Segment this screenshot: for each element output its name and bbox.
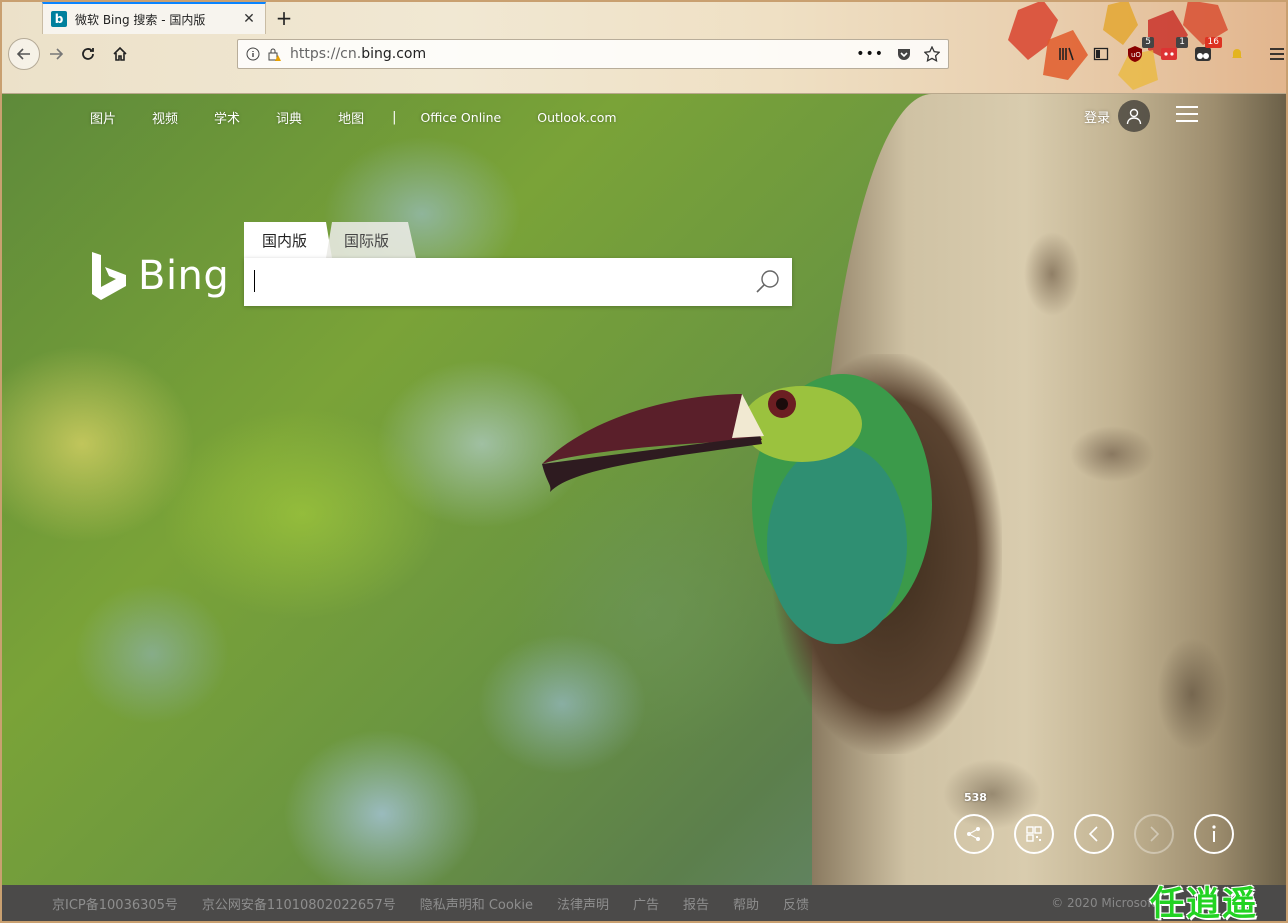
share-count: 538 [964,791,987,804]
nav-images[interactable]: 图片 [90,108,116,127]
info-icon[interactable] [246,47,260,61]
back-button[interactable] [8,38,40,70]
image-info-button[interactable] [1194,814,1234,854]
extension-4[interactable] [1226,43,1248,65]
bing-homepage: 图片 视频 学术 词典 地图 | Office Online Outlook.c… [2,94,1286,885]
extension-red-icon [1161,48,1177,60]
signin-button[interactable]: 登录 [1084,100,1151,132]
bing-logo[interactable]: Bing [90,250,229,302]
reload-button[interactable] [74,40,102,68]
tab-china[interactable]: 国内版 [244,222,332,258]
bing-favicon-icon: b [51,11,67,27]
hamburger-menu-icon [1270,48,1284,60]
tab-bing[interactable]: b 微软 Bing 搜索 - 国内版 ✕ [42,2,266,34]
close-tab-icon[interactable]: ✕ [241,11,257,27]
search-input[interactable] [244,258,734,304]
next-image-button[interactable] [1134,814,1174,854]
search-icon[interactable] [754,268,782,296]
qr-code-icon [1026,826,1042,842]
sidebar-icon [1093,47,1109,61]
search-box [244,258,792,306]
svg-text:uO: uO [1131,51,1141,59]
qr-code-button[interactable] [1014,814,1054,854]
footer-ads[interactable]: 广告 [633,894,659,913]
footer-icp[interactable]: 京ICP备10036305号 [52,894,178,913]
menu-button[interactable] [1266,43,1288,65]
nav-videos[interactable]: 视频 [152,108,178,127]
tab-strip: b 微软 Bing 搜索 - 国内版 ✕ + [0,0,1288,34]
bell-icon [1232,49,1242,58]
page-actions-icon[interactable]: ••• [856,46,884,62]
nav-separator: | [392,110,397,125]
share-button[interactable] [954,814,994,854]
footer-police[interactable]: 京公网安备11010802022657号 [202,894,396,913]
top-nav: 图片 视频 学术 词典 地图 | Office Online Outlook.c… [90,108,653,127]
toucanet-bird-image [542,374,932,644]
extension-2-badge: 1 [1176,37,1188,48]
sidebar-button[interactable] [1090,43,1112,65]
arrow-left-icon [16,48,30,60]
ublock-shield-icon: uO [1128,46,1142,62]
library-icon [1059,47,1074,61]
footer-legal[interactable]: 法律声明 [557,894,609,913]
footer-copyright: © 2020 Microsoft [1051,896,1156,910]
footer-privacy[interactable]: 隐私声明和 Cookie [420,894,533,913]
signin-label: 登录 [1084,110,1111,126]
url-text: https://cn.bing.com [290,46,427,62]
text-caret [254,270,255,292]
library-button[interactable] [1056,43,1078,65]
nav-academic[interactable]: 学术 [214,108,240,127]
share-icon [967,827,980,841]
hero-actions [954,814,1234,854]
user-icon [1126,108,1142,125]
page-footer: 京ICP备10036305号 京公网安备11010802022657号 隐私声明… [2,885,1286,921]
footer-help[interactable]: 帮助 [733,894,759,913]
browser-chrome: b 微软 Bing 搜索 - 国内版 ✕ + https://cn.bing.c… [0,0,1288,94]
tab-international[interactable]: 国际版 [326,222,416,258]
home-icon [113,46,127,61]
footer-feedback[interactable]: 反馈 [783,894,809,913]
nav-office-online[interactable]: Office Online [420,110,501,125]
chevron-left-icon [1088,826,1098,842]
page-menu-button[interactable] [1176,106,1198,124]
pocket-icon[interactable] [896,46,912,62]
url-bar[interactable]: https://cn.bing.com ••• [237,39,949,69]
extension-2[interactable]: 1 [1158,37,1188,65]
ublock-extension[interactable]: uO 5 [1124,37,1154,65]
star-bookmark-icon[interactable] [924,46,940,62]
extension-3-badge: 16 [1204,37,1222,48]
avatar[interactable] [1118,100,1151,132]
toolbar-extensions: uO 5 1 16 [1056,37,1288,68]
new-tab-button[interactable]: + [274,6,294,30]
arrow-right-icon [50,48,64,60]
forward-button[interactable] [42,40,70,68]
nav-maps[interactable]: 地图 [338,108,364,127]
navigation-bar: https://cn.bing.com ••• uO 5 1 16 [0,34,1288,74]
nav-outlook[interactable]: Outlook.com [537,110,616,125]
previous-image-button[interactable] [1074,814,1114,854]
footer-report[interactable]: 报告 [683,894,709,913]
extension-3[interactable]: 16 [1192,37,1222,65]
chevron-right-icon [1150,826,1160,842]
tab-title: 微软 Bing 搜索 - 国内版 [75,12,206,27]
nav-dictionary[interactable]: 词典 [276,108,302,127]
reload-icon [82,48,94,60]
ublock-badge: 5 [1142,37,1154,48]
bing-b-icon [92,252,126,300]
info-i-icon [1212,825,1216,842]
home-button[interactable] [106,40,134,68]
lock-warning-icon[interactable] [266,46,282,62]
watermark-text: 任逍遥 [1150,884,1258,923]
bing-wordmark: Bing [138,253,230,299]
